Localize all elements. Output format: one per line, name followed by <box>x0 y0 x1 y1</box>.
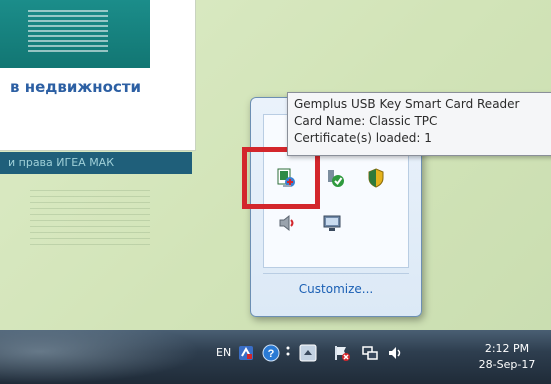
action-center-flag-icon[interactable] <box>333 344 351 362</box>
customize-link[interactable]: Customize... <box>251 282 421 296</box>
show-hidden-icons-button[interactable] <box>299 344 317 362</box>
clock-date[interactable]: 28-Sep-17 <box>474 358 540 371</box>
taskbar-volume-icon[interactable] <box>387 344 405 362</box>
svg-text:?: ? <box>268 348 275 360</box>
tooltip-card-name: Card Name: Classic TPC <box>294 114 438 128</box>
background-texture <box>30 190 150 250</box>
tooltip-device-name: Gemplus USB Key Smart Card Reader <box>294 97 520 111</box>
document-heading: в недвижности <box>10 78 142 96</box>
background-document-window: в недвижности <box>0 0 196 151</box>
clock-time[interactable]: 2:12 PM <box>474 342 540 355</box>
display-icon[interactable] <box>321 212 343 234</box>
network-check-icon[interactable] <box>325 167 347 189</box>
document-banner <box>0 0 150 68</box>
tooltip-certificates: Certificate(s) loaded: 1 <box>294 131 432 145</box>
highlight-box <box>242 147 320 209</box>
document-subtitle: и права ИГЕА МАК <box>8 156 115 169</box>
input-method-icon[interactable] <box>237 344 255 362</box>
taskbar-glow <box>0 330 200 384</box>
smart-card-tooltip: Gemplus USB Key Smart Card Reader Card N… <box>287 92 551 156</box>
network-icon[interactable] <box>361 344 379 362</box>
volume-icon[interactable] <box>277 212 299 234</box>
help-icon[interactable]: ? <box>262 344 280 362</box>
language-indicator[interactable]: EN <box>216 346 231 359</box>
security-shield-icon[interactable] <box>365 167 387 189</box>
popup-divider <box>263 273 409 274</box>
options-icon[interactable] <box>283 344 293 362</box>
banner-text-lines <box>28 10 108 54</box>
